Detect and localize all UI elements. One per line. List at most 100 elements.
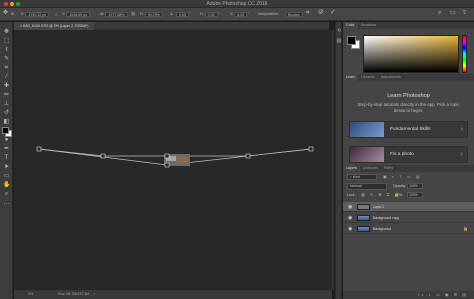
move-tool-icon[interactable]: ✥ [3,29,10,36]
tab-channels[interactable]: Channels [360,165,381,172]
h-skew-field[interactable]: H: 0.00 ° [200,11,220,18]
tab-color[interactable]: Color [343,22,358,29]
fill-label: Fill: [397,193,403,197]
history-brush-tool-icon[interactable]: ↺ [3,110,10,117]
tab-learn[interactable]: Learn [343,74,359,81]
tutorial-card-fundamental-skills[interactable]: Fundamental Skills › [349,121,468,138]
share-icon[interactable]: ⇪ [462,10,467,17]
interpolation-label: Interpolation: [258,12,279,16]
hand-tool-icon[interactable]: ✋ [3,182,10,189]
zoom-tool-icon[interactable]: ⌕ [3,191,10,198]
tab-libraries[interactable]: Libraries [358,74,378,81]
interpolation-select[interactable]: Bicubic [285,11,303,18]
commit-transform-icon[interactable]: ✓ [330,9,336,16]
quick-select-tool-icon[interactable]: ✎ [3,56,10,63]
move-tool-icon[interactable]: ✥ [3,10,8,17]
panel-foreground-swatch[interactable] [347,36,356,45]
eye-icon[interactable]: ◉ [348,202,352,212]
transform-handle[interactable] [245,153,251,159]
layer-name[interactable]: Background [373,224,391,234]
document-size[interactable]: Doc: 68.7M/137.3M [58,290,89,299]
v-skew-field[interactable]: V: 0.00 ° [230,11,250,18]
hue-slider[interactable] [462,35,467,73]
tab-layers[interactable]: Layers [343,165,360,172]
zoom-level[interactable]: 2% [28,290,33,299]
transform-handle[interactable] [164,153,170,159]
marquee-tool-icon[interactable]: ⬚ [3,38,10,45]
tab-adjustments[interactable]: Adjustments [378,74,404,81]
status-arrow-icon[interactable]: › [94,290,95,299]
angle-field[interactable]: 0.00 ° [176,11,191,18]
transform-handle[interactable] [100,153,106,159]
transform-handle[interactable] [164,162,170,168]
blend-mode-select[interactable]: Normal [347,183,387,190]
learn-panel-tabs: Learn Libraries Adjustments [343,74,474,81]
learn-subtitle: Step-by-step tutorials directly in the a… [357,102,460,113]
foreground-color-swatch[interactable] [2,127,9,134]
color-picker-field[interactable] [363,35,459,73]
search-icon[interactable]: ⌕ [438,10,441,17]
reference-point-icon[interactable]: ⊞ [11,11,14,18]
vertical-scrollbar[interactable] [331,30,334,290]
opacity-field[interactable]: 100% [407,183,423,189]
layer-filter-select[interactable]: ⌕ Kind [347,174,377,180]
height-field[interactable]: H: 90.79% [140,11,163,18]
dodge-tool-icon[interactable]: ● [3,137,10,144]
more-tools-icon[interactable]: … [3,200,10,207]
learn-title: Learn Photoshop [387,93,430,99]
collapsed-panel-dock: ⟲ ▤ [335,22,342,299]
tutorial-thumbnail [350,122,384,137]
tab-paths[interactable]: Paths [381,165,396,172]
transform-handle[interactable] [308,146,314,152]
x-field[interactable]: X: 4749.12 px [21,11,50,18]
path-select-tool-icon[interactable]: ➤ [3,164,10,171]
transform-bounding-box[interactable] [14,30,332,290]
history-panel-icon[interactable]: ⟲ [336,28,342,34]
layer-row-background[interactable]: ◉ Background 🔒 [343,224,474,234]
workspace-icon[interactable]: ▭ [450,10,456,17]
layer-thumbnail [357,226,370,232]
lock-label: Lock: [347,193,356,197]
layer-row-layer-2[interactable]: ◉ Layer 2 [343,202,474,212]
title-bar: Adobe Photoshop CC 2018 [0,0,474,8]
eye-icon[interactable]: ◉ [348,213,352,223]
tutorial-card-fix-a-photo[interactable]: Fix a photo › [349,146,468,163]
tutorial-label: Fix a photo [390,152,414,157]
crop-tool-icon[interactable]: ⌗ [3,65,10,72]
type-tool-icon[interactable]: T [3,155,10,162]
y-field[interactable]: Y: 1918.69 px [62,11,90,18]
lock-icons[interactable]: ▦ ✎ ✥ ⌗ 🔒 [361,192,401,197]
tab-swatches[interactable]: Swatches [358,22,380,29]
canvas-area[interactable] [14,30,332,290]
width-field[interactable]: W: 1977.88% [100,11,128,18]
eraser-tool-icon[interactable]: ◧ [3,119,10,126]
properties-panel-icon[interactable]: ▤ [336,38,342,44]
document-tab[interactable]: × IMG_6428.CR2 @ 2% (Layer 2, RGB/8*) [14,22,95,30]
cancel-transform-icon[interactable]: ⊘ [318,9,324,16]
shape-tool-icon[interactable]: ▭ [3,173,10,180]
eye-icon[interactable]: ◉ [348,224,352,234]
document-tab-bar: × IMG_6428.CR2 @ 2% (Layer 2, RGB/8*) [14,22,329,30]
layers-footer-icons[interactable]: fx ◐ ▭ ▣ ⊞ ▤ [343,291,474,299]
layer-thumbnail [357,204,370,210]
layer-thumbnail [357,215,370,221]
layer-image-detail [177,157,188,163]
healing-brush-tool-icon[interactable]: ✚ [3,83,10,90]
transform-handle[interactable] [36,146,42,152]
tutorial-label: Fundamental Skills [390,127,431,132]
lock-icon: 🔒 [463,226,468,231]
link-icon[interactable]: ⛓ [131,11,136,18]
brush-tool-icon[interactable]: ✏ [3,92,10,99]
pen-tool-icon[interactable]: ✒ [3,146,10,153]
warp-icon[interactable]: ⌗ [306,10,309,17]
clone-stamp-tool-icon[interactable]: ⊥ [3,101,10,108]
layer-filter-icons[interactable]: ▣ ◐ T ▭ ▤ [383,174,422,179]
layer-row-background-copy[interactable]: ◉ Background copy [343,213,474,223]
layer-name[interactable]: Background copy [373,213,399,223]
fill-field[interactable]: 100% [407,192,423,198]
lasso-tool-icon[interactable]: ℓ [3,47,10,54]
eyedropper-tool-icon[interactable]: ⁄ [3,74,10,81]
triangle-delta-icon[interactable]: △ [55,11,58,18]
layer-name[interactable]: Layer 2 [373,202,384,212]
layers-panel-tabs: Layers Channels Paths [343,165,474,172]
